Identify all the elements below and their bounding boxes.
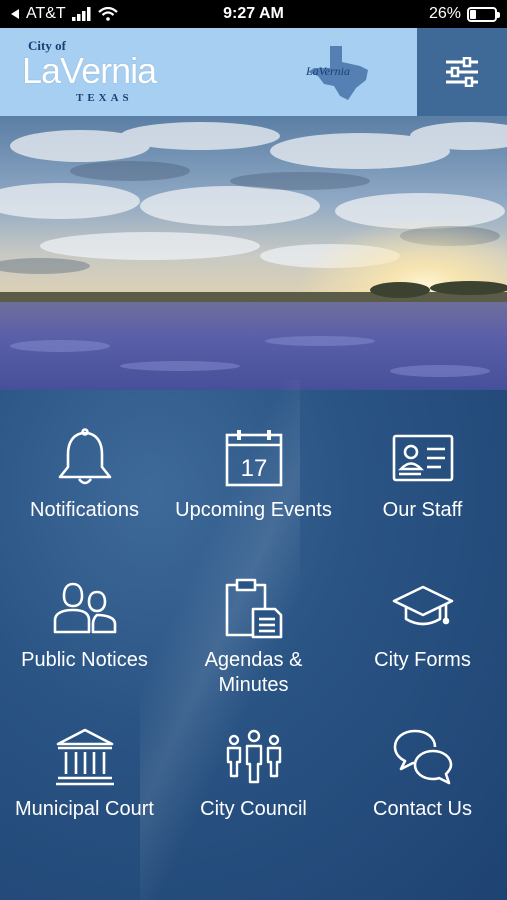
tile-label: Upcoming Events [175,499,332,521]
courthouse-icon [55,728,114,786]
tile-city-council[interactable]: City Council [169,725,338,822]
logo-name: LaVernia [22,50,157,91]
tile-label: City Forms [374,649,471,671]
tile-city-forms[interactable]: City Forms [338,576,507,673]
calendar-icon: 17 [225,430,282,487]
tile-public-notices[interactable]: Public Notices [0,576,169,673]
calendar-day: 17 [240,455,267,482]
tile-municipal-court[interactable]: Municipal Court [0,725,169,822]
graduation-cap-icon [392,585,453,626]
bluebonnet-field-image [0,116,507,390]
tile-upcoming-events[interactable]: 17 Upcoming Events [169,426,338,523]
status-bar: AT&T 9:27 AM 26% [0,0,507,28]
tile-label: Notifications [30,499,139,521]
menu-button[interactable] [417,28,507,116]
tile-label: Contact Us [373,798,472,820]
menu-grid: Notifications 17 Upcoming Events Our Sta… [0,380,507,900]
tile-label: Our Staff [382,499,463,521]
logo-state: TEXAS [76,92,133,104]
battery-percent: 26% [428,5,461,22]
bell-icon [58,428,111,485]
tile-notifications[interactable]: Notifications [0,426,169,523]
tile-label: City Council [200,798,307,820]
tile-contact-us[interactable]: Contact Us [338,725,507,822]
council-icon [226,729,281,784]
secondary-logo-text: LaVernia [306,64,351,78]
clipboard-icon [225,578,282,639]
status-right: 26% [428,5,500,23]
tile-agendas-minutes[interactable]: Agendas & Minutes [169,576,338,698]
app-header: City of LaVernia TEXAS LaVernia [0,28,507,116]
tile-label: Public Notices [21,649,148,671]
chat-bubbles-icon [393,729,452,785]
sliders-icon [446,57,478,87]
tile-label: Municipal Court [15,798,154,820]
tile-label: Agendas & Minutes [204,649,303,696]
battery-icon [467,6,500,22]
id-card-icon [392,434,453,482]
people-icon [53,582,116,634]
tile-our-staff[interactable]: Our Staff [338,426,507,523]
hero-image [0,116,507,390]
city-logo[interactable]: City of LaVernia TEXAS [20,36,200,108]
